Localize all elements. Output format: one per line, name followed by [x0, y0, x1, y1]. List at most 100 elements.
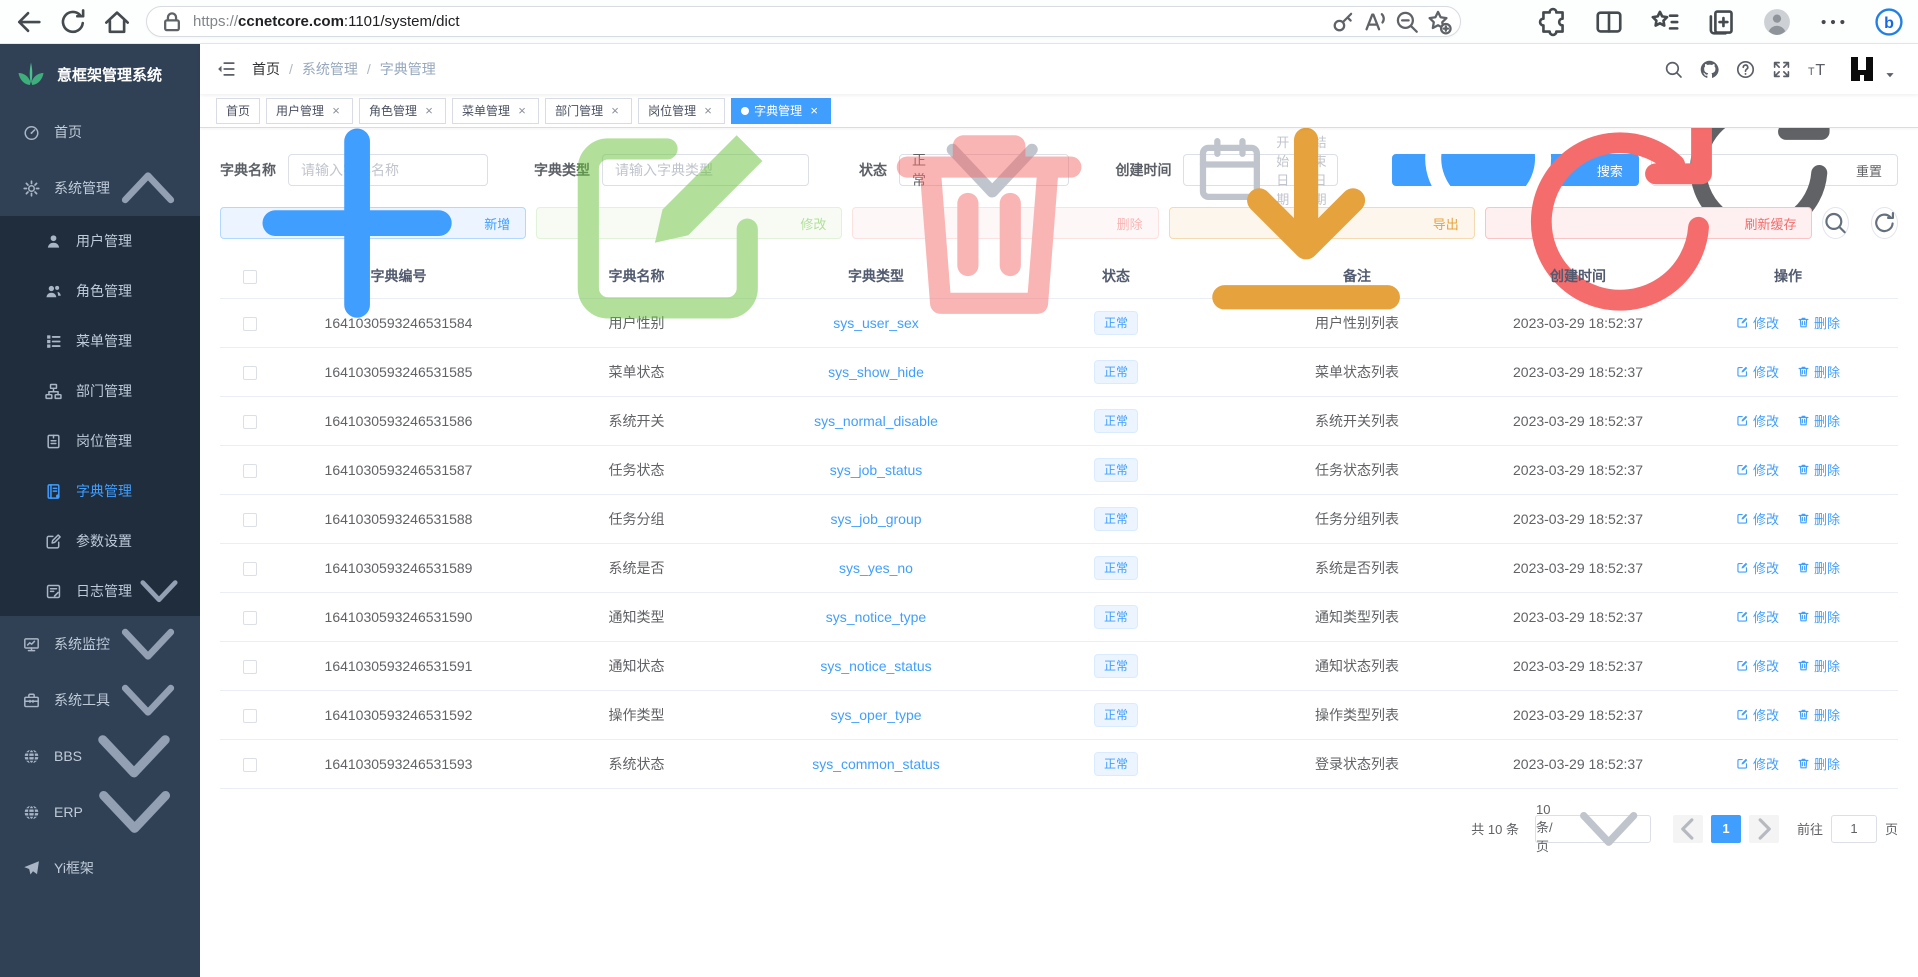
github-icon[interactable]	[1700, 60, 1719, 79]
password-key-icon[interactable]	[1330, 9, 1356, 35]
zoom-out-icon[interactable]	[1394, 9, 1420, 35]
help-icon[interactable]	[1736, 60, 1755, 79]
row-delete-link[interactable]: 删除	[1797, 705, 1840, 724]
prev-page-button[interactable]	[1673, 815, 1703, 843]
row-delete-link[interactable]: 删除	[1797, 460, 1840, 479]
read-aloud-icon[interactable]	[1362, 9, 1388, 35]
dict-type-link[interactable]: sys_job_group	[830, 511, 921, 527]
tab-role[interactable]: 角色管理×	[359, 98, 446, 124]
row-delete-link[interactable]: 删除	[1797, 362, 1840, 381]
close-icon[interactable]: ×	[608, 104, 622, 117]
font-size-icon[interactable]: TT	[1808, 60, 1827, 79]
close-icon[interactable]: ×	[807, 104, 821, 117]
browser-home-button[interactable]	[102, 7, 132, 37]
app-logo[interactable]: 意框架管理系统	[0, 44, 200, 104]
breadcrumb-system[interactable]: 系统管理	[302, 59, 358, 79]
row-checkbox[interactable]	[243, 464, 257, 478]
row-checkbox[interactable]	[243, 415, 257, 429]
next-page-button[interactable]	[1749, 815, 1779, 843]
row-edit-link[interactable]: 修改	[1736, 705, 1779, 724]
row-edit-link[interactable]: 修改	[1736, 313, 1779, 332]
tab-post[interactable]: 岗位管理×	[638, 98, 725, 124]
row-delete-link[interactable]: 删除	[1797, 411, 1840, 430]
favorites-bar-icon[interactable]	[1650, 7, 1680, 37]
row-delete-link[interactable]: 删除	[1797, 509, 1840, 528]
row-checkbox[interactable]	[243, 562, 257, 576]
select-all-checkbox[interactable]	[243, 270, 257, 284]
row-delete-link[interactable]: 删除	[1797, 754, 1840, 773]
tab-user[interactable]: 用户管理×	[266, 98, 353, 124]
breadcrumb-home[interactable]: 首页	[252, 59, 280, 79]
row-checkbox[interactable]	[243, 317, 257, 331]
row-edit-link[interactable]: 修改	[1736, 460, 1779, 479]
row-edit-link[interactable]: 修改	[1736, 509, 1779, 528]
tab-home[interactable]: 首页	[216, 98, 260, 124]
row-checkbox[interactable]	[243, 513, 257, 527]
browser-refresh-button[interactable]	[58, 7, 88, 37]
goto-page-input[interactable]	[1831, 815, 1877, 843]
row-checkbox[interactable]	[243, 758, 257, 772]
user-avatar[interactable]	[1847, 54, 1896, 84]
sidebar-fold-icon[interactable]	[216, 59, 236, 79]
copilot-bing-icon[interactable]: b	[1874, 7, 1904, 37]
page-1-button[interactable]: 1	[1711, 815, 1741, 843]
tab-dept[interactable]: 部门管理×	[545, 98, 632, 124]
tab-dict[interactable]: 字典管理×	[731, 98, 831, 124]
extensions-icon[interactable]	[1538, 7, 1568, 37]
sidebar-item-dept[interactable]: 部门管理	[0, 366, 200, 416]
row-edit-link[interactable]: 修改	[1736, 558, 1779, 577]
sidebar-item-erp[interactable]: ERP	[0, 784, 200, 840]
favorite-star-icon[interactable]	[1426, 9, 1452, 35]
row-delete-link[interactable]: 删除	[1797, 558, 1840, 577]
sidebar-item-system[interactable]: 系统管理	[0, 160, 200, 216]
tab-menu[interactable]: 菜单管理×	[452, 98, 539, 124]
row-delete-link[interactable]: 删除	[1797, 656, 1840, 675]
refresh-table-button[interactable]	[1871, 207, 1898, 239]
dict-type-link[interactable]: sys_job_status	[830, 462, 923, 478]
row-delete-link[interactable]: 删除	[1797, 313, 1840, 332]
url-text[interactable]: https://ccnetcore.com:1101/system/dict	[193, 13, 1324, 30]
row-edit-link[interactable]: 修改	[1736, 411, 1779, 430]
sidebar-item-dict[interactable]: 字典管理	[0, 466, 200, 516]
sidebar-item-role[interactable]: 角色管理	[0, 266, 200, 316]
delete-button[interactable]: 删除	[852, 207, 1158, 239]
dict-type-link[interactable]: sys_yes_no	[839, 560, 913, 576]
close-icon[interactable]: ×	[329, 104, 343, 117]
header-search-icon[interactable]	[1664, 60, 1683, 79]
row-edit-link[interactable]: 修改	[1736, 754, 1779, 773]
split-screen-icon[interactable]	[1594, 7, 1624, 37]
close-icon[interactable]: ×	[701, 104, 715, 117]
edit-button[interactable]: 修改	[536, 207, 842, 239]
row-checkbox[interactable]	[243, 709, 257, 723]
close-icon[interactable]: ×	[422, 104, 436, 117]
row-checkbox[interactable]	[243, 366, 257, 380]
browser-menu-icon[interactable]	[1818, 7, 1848, 37]
collections-icon[interactable]	[1706, 7, 1736, 37]
browser-profile-avatar[interactable]	[1762, 7, 1792, 37]
sidebar-item-param[interactable]: 参数设置	[0, 516, 200, 566]
row-checkbox[interactable]	[243, 611, 257, 625]
dict-type-link[interactable]: sys_notice_status	[820, 658, 931, 674]
browser-back-button[interactable]	[14, 7, 44, 37]
dict-type-link[interactable]: sys_show_hide	[828, 364, 924, 380]
dict-type-link[interactable]: sys_common_status	[812, 756, 940, 772]
lock-icon[interactable]	[159, 9, 185, 35]
show-search-toggle-button[interactable]	[1822, 207, 1849, 239]
address-bar[interactable]: https://ccnetcore.com:1101/system/dict	[146, 6, 1461, 37]
close-icon[interactable]: ×	[515, 104, 529, 117]
fullscreen-icon[interactable]	[1772, 60, 1791, 79]
row-checkbox[interactable]	[243, 660, 257, 674]
dict-type-link[interactable]: sys_normal_disable	[814, 413, 938, 429]
refresh-cache-button[interactable]: 刷新缓存	[1485, 207, 1813, 239]
sidebar-item-menu[interactable]: 菜单管理	[0, 316, 200, 366]
sidebar-item-post[interactable]: 岗位管理	[0, 416, 200, 466]
row-edit-link[interactable]: 修改	[1736, 362, 1779, 381]
export-button[interactable]: 导出	[1169, 207, 1475, 239]
dict-type-link[interactable]: sys_oper_type	[830, 707, 921, 723]
row-edit-link[interactable]: 修改	[1736, 656, 1779, 675]
row-edit-link[interactable]: 修改	[1736, 607, 1779, 626]
dict-type-link[interactable]: sys_notice_type	[826, 609, 926, 625]
add-button[interactable]: 新增	[220, 207, 526, 239]
row-delete-link[interactable]: 删除	[1797, 607, 1840, 626]
page-size-select[interactable]: 10条/页	[1535, 815, 1651, 843]
